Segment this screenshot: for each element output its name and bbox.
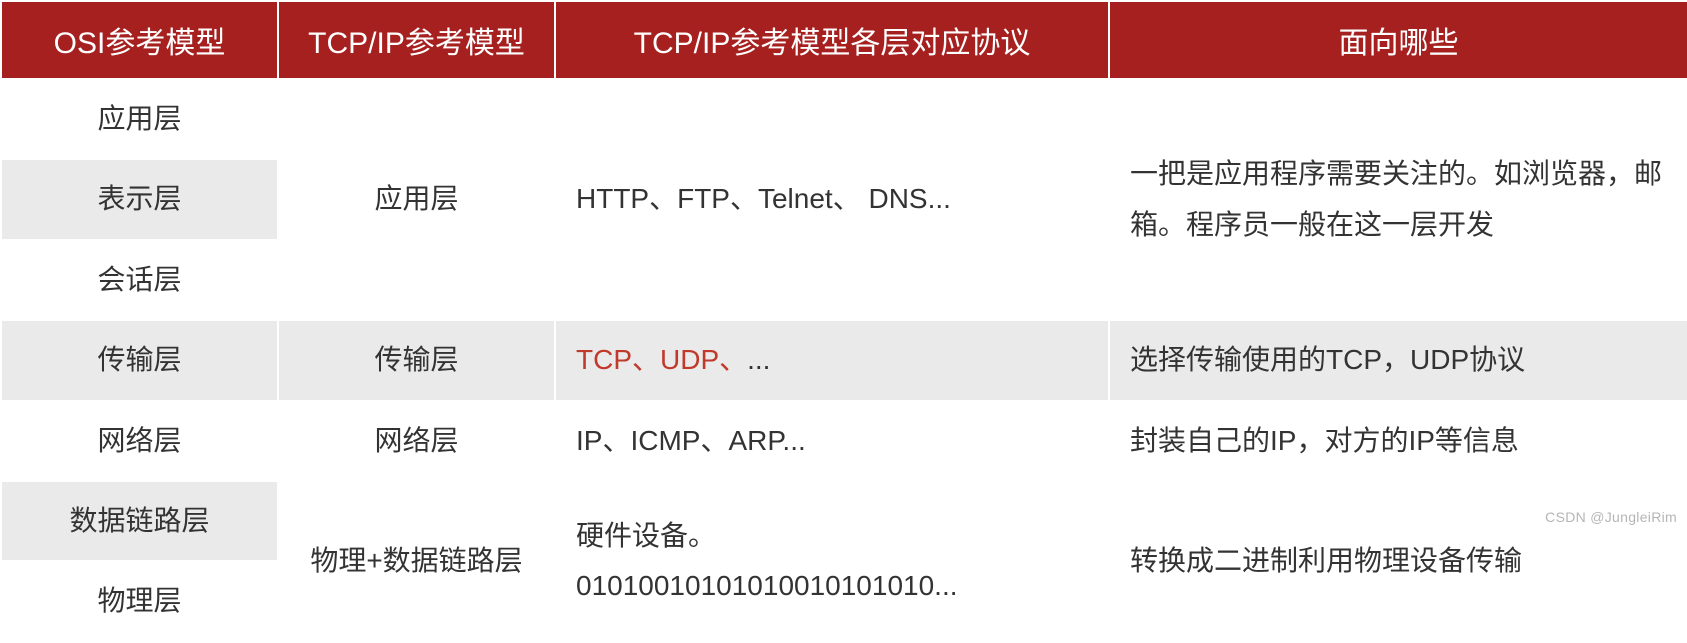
watermark: CSDN @JungleiRim	[1545, 509, 1677, 525]
table-header-row: OSI参考模型 TCP/IP参考模型 TCP/IP参考模型各层对应协议 面向哪些	[1, 1, 1687, 79]
osi-transport: 传输层	[1, 320, 278, 400]
header-protocols: TCP/IP参考模型各层对应协议	[555, 1, 1109, 79]
protocols-link-line2: 01010010101010010101010...	[576, 570, 958, 601]
facing-transport: 选择传输使用的TCP，UDP协议	[1109, 320, 1687, 400]
osi-presentation: 表示层	[1, 159, 278, 239]
tcpip-network: 网络层	[278, 401, 555, 481]
facing-network: 封装自己的IP，对方的IP等信息	[1109, 401, 1687, 481]
protocols-application: HTTP、FTP、Telnet、 DNS...	[555, 79, 1109, 320]
header-osi: OSI参考模型	[1, 1, 278, 79]
header-tcpip: TCP/IP参考模型	[278, 1, 555, 79]
protocols-transport-suffix: ...	[747, 344, 770, 375]
tcpip-link: 物理+数据链路层	[278, 481, 555, 642]
protocols-network: IP、ICMP、ARP...	[555, 401, 1109, 481]
protocols-link-line1: 硬件设备。	[576, 520, 716, 551]
osi-tcpip-comparison-table: OSI参考模型 TCP/IP参考模型 TCP/IP参考模型各层对应协议 面向哪些…	[0, 0, 1687, 643]
protocols-transport: TCP、UDP、...	[555, 320, 1109, 400]
osi-application: 应用层	[1, 79, 278, 159]
table-row: 传输层 传输层 TCP、UDP、... 选择传输使用的TCP，UDP协议	[1, 320, 1687, 400]
header-facing: 面向哪些	[1109, 1, 1687, 79]
table-row: 数据链路层 物理+数据链路层 硬件设备。 0101001010101001010…	[1, 481, 1687, 561]
osi-datalink: 数据链路层	[1, 481, 278, 561]
osi-network: 网络层	[1, 401, 278, 481]
protocols-link: 硬件设备。 01010010101010010101010...	[555, 481, 1109, 642]
tcpip-application: 应用层	[278, 79, 555, 320]
table-row: 应用层 应用层 HTTP、FTP、Telnet、 DNS... 一把是应用程序需…	[1, 79, 1687, 159]
osi-physical: 物理层	[1, 561, 278, 641]
facing-link: 转换成二进制利用物理设备传输	[1109, 481, 1687, 642]
tcpip-transport: 传输层	[278, 320, 555, 400]
osi-session: 会话层	[1, 240, 278, 320]
facing-application: 一把是应用程序需要关注的。如浏览器，邮箱。程序员一般在这一层开发	[1109, 79, 1687, 320]
protocols-transport-red: TCP、UDP、	[576, 344, 747, 375]
table-row: 网络层 网络层 IP、ICMP、ARP... 封装自己的IP，对方的IP等信息	[1, 401, 1687, 481]
